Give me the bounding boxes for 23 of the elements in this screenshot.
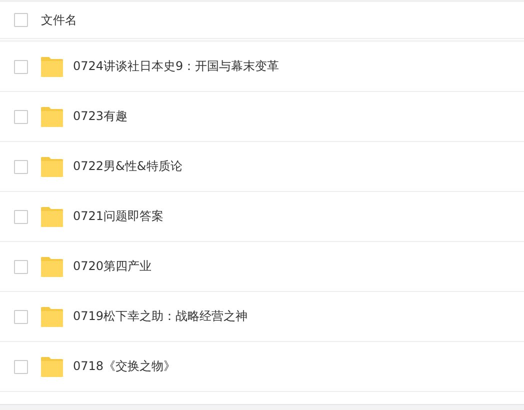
file-name[interactable]: 0721问题即答案 [73, 208, 164, 225]
file-name[interactable]: 0718《交换之物》 [73, 358, 176, 375]
folder-icon [41, 356, 63, 376]
file-name[interactable]: 0723有趣 [73, 108, 128, 125]
checkbox[interactable] [14, 310, 28, 324]
folder-icon [41, 156, 63, 176]
checkbox[interactable] [14, 60, 28, 74]
checkbox[interactable] [14, 260, 28, 274]
folder-icon [41, 256, 63, 276]
checkbox[interactable] [14, 110, 28, 124]
folder-icon [41, 306, 63, 326]
file-name[interactable]: 0719松下幸之助：战略经营之神 [73, 308, 248, 325]
checkbox[interactable] [14, 210, 28, 224]
folder-icon [41, 56, 63, 76]
file-name[interactable]: 0720第四产业 [73, 258, 152, 275]
file-name[interactable]: 0724讲谈社日本史9：开国与幕末变革 [73, 58, 280, 75]
checkbox[interactable] [14, 360, 28, 374]
folder-icon [41, 106, 63, 126]
checkbox[interactable] [14, 160, 28, 174]
file-name[interactable]: 0722男&性&特质论 [73, 158, 182, 175]
checkbox[interactable] [14, 13, 28, 27]
folder-icon [41, 206, 63, 226]
column-header: 文件名 [41, 12, 77, 28]
